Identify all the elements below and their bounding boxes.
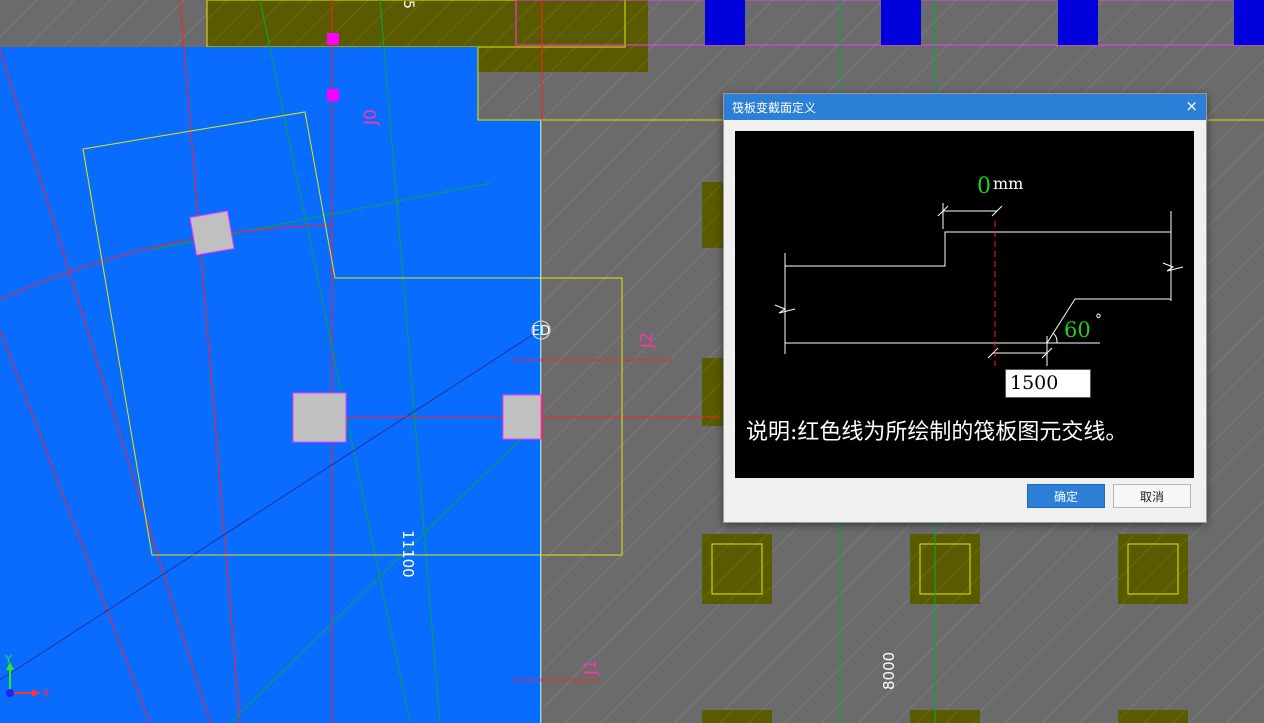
column-block (189, 210, 235, 256)
offset-value[interactable]: 0 (977, 174, 991, 199)
dimension-label: 8000 (880, 652, 898, 690)
axis-label: J1 (581, 659, 601, 676)
axis-label: J2 (637, 332, 657, 349)
dimension-label: 5 (400, 0, 416, 9)
cancel-button[interactable]: 取消 (1113, 484, 1191, 508)
svg-text:Y: Y (4, 653, 12, 666)
close-icon[interactable]: × (1185, 97, 1198, 115)
point-label: ED (532, 324, 550, 339)
grip-handle[interactable] (327, 33, 339, 45)
grip-handle[interactable] (327, 89, 339, 101)
width-input[interactable]: 1500 (1005, 369, 1091, 398)
column (1058, 0, 1098, 45)
angle-unit: ° (1095, 312, 1102, 328)
blue-slab (0, 47, 541, 723)
raft-section-dialog: 筏板变截面定义 × 0 mm 60 ° 1500 说明:红色线为所绘制的筏板图元… (723, 93, 1207, 523)
ok-button[interactable]: 确定 (1027, 484, 1105, 508)
dialog-title: 筏板变截面定义 (732, 101, 817, 115)
column (705, 0, 745, 45)
column (881, 0, 921, 45)
column-block (502, 394, 542, 440)
column-block (292, 392, 347, 443)
note-text: 说明:红色线为所绘制的筏板图元交线。 (746, 420, 1128, 445)
axis-label: J0 (361, 109, 381, 126)
angle-value[interactable]: 60 (1064, 318, 1091, 342)
column (1234, 0, 1264, 45)
section-preview: 0 mm 60 ° 1500 说明:红色线为所绘制的筏板图元交线。 (735, 131, 1194, 478)
dialog-titlebar[interactable]: 筏板变截面定义 × (724, 94, 1206, 120)
offset-unit: mm (993, 174, 1023, 193)
svg-text:X: X (42, 687, 50, 700)
dimension-label: 11100 (399, 530, 417, 578)
